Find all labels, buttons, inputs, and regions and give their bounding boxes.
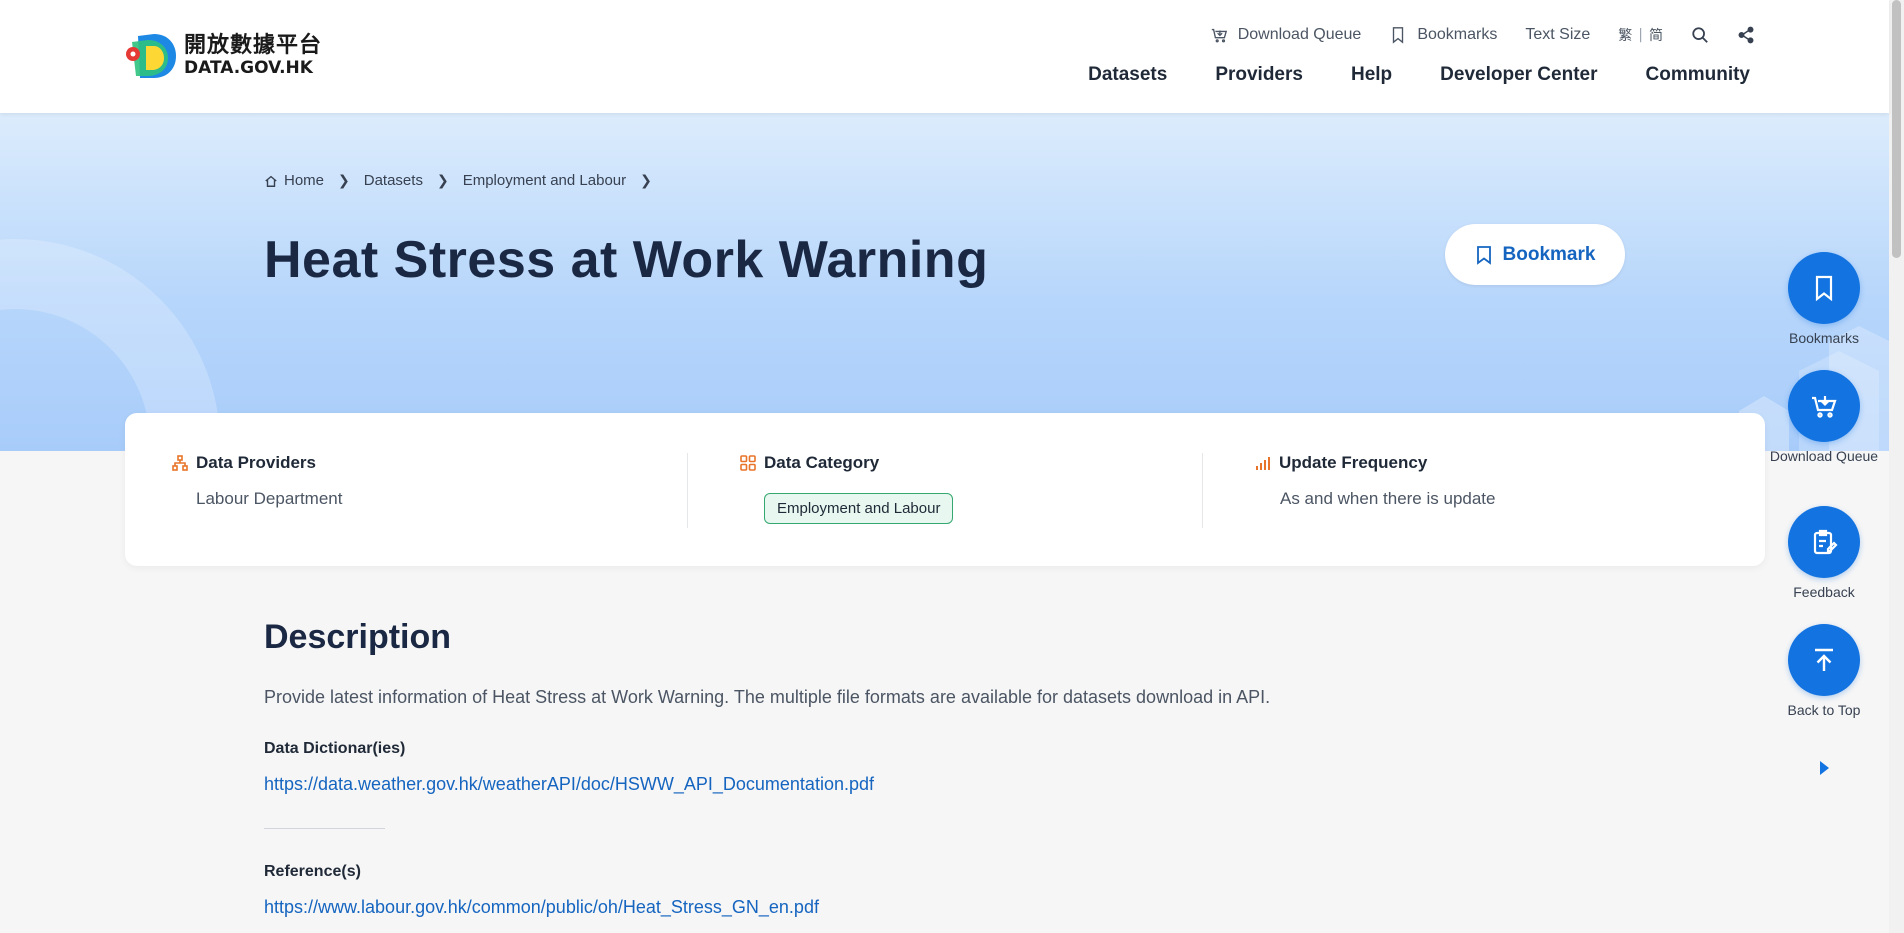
data-dictionary-link[interactable]: https://data.weather.gov.hk/weatherAPI/d…: [264, 774, 1514, 795]
data-provider-value[interactable]: Labour Department: [196, 489, 342, 509]
back-to-top-label: Back to Top: [1787, 702, 1861, 718]
side-download-queue-button[interactable]: [1788, 370, 1860, 442]
dataset-info-card: Data Providers Labour Department Data Ca…: [125, 413, 1765, 566]
update-frequency-value: As and when there is update: [1280, 489, 1496, 508]
nav-datasets[interactable]: Datasets: [1088, 64, 1167, 86]
description-text: Provide latest information of Heat Stres…: [264, 687, 1271, 707]
bookmarks-link[interactable]: Bookmarks: [1389, 26, 1497, 44]
data-category-label: Data Category: [764, 453, 880, 472]
category-tag[interactable]: Employment and Labour: [764, 493, 954, 524]
back-to-top-button[interactable]: [1788, 624, 1860, 696]
logo-english-text: DATA.GOV.HK: [184, 58, 313, 78]
side-feedback-label: Feedback: [1793, 584, 1855, 600]
reference-heading: Reference(s): [264, 863, 361, 880]
bookmark-icon: [1393, 27, 1404, 44]
home-icon: [265, 175, 277, 187]
side-back-to-top: Back to Top: [1788, 624, 1860, 720]
logo-chinese-text: 開放數據平台: [184, 33, 323, 58]
update-frequency-section: Update Frequency As and when there is up…: [1202, 453, 1762, 528]
nav-community[interactable]: Community: [1646, 64, 1751, 86]
utility-bar: Download Queue Bookmarks Text Size 繁 | 简: [1210, 25, 1755, 45]
reference-link[interactable]: https://www.labour.gov.hk/common/public/…: [264, 897, 1514, 918]
site-logo[interactable]: 開放數據平台 DATA.GOV.HK: [124, 30, 322, 82]
text-size-label: Text Size: [1525, 26, 1591, 43]
side-bookmarks-label: Bookmarks: [1788, 330, 1860, 346]
bookmark-button[interactable]: Bookmark: [1445, 224, 1625, 285]
nav-developer-center[interactable]: Developer Center: [1440, 64, 1597, 86]
grid-icon: [740, 455, 756, 471]
signal-bars-icon: [1256, 457, 1270, 470]
section-divider: [264, 828, 385, 829]
bookmark-button-label: Bookmark: [1502, 243, 1596, 265]
collapse-sidebar-arrow-icon[interactable]: [1818, 760, 1830, 776]
data-dictionary-heading: Data Dictionar(ies): [264, 740, 406, 757]
breadcrumb: Home ❯ Datasets ❯ Employment and Labour …: [264, 172, 666, 189]
cart-download-icon: [1812, 396, 1837, 418]
data-category-section: Data Category Employment and Labour: [687, 453, 1202, 528]
page-title: Heat Stress at Work Warning: [264, 231, 989, 289]
breadcrumb-category[interactable]: Employment and Labour: [463, 172, 626, 189]
org-chart-icon: [172, 455, 188, 471]
side-download-queue: Download Queue: [1770, 370, 1878, 466]
breadcrumb-datasets[interactable]: Datasets: [364, 172, 423, 189]
share-icon: [1738, 26, 1754, 44]
bookmarks-label: Bookmarks: [1417, 26, 1498, 43]
search-icon: [1692, 27, 1708, 43]
bookmark-icon: [1476, 245, 1491, 265]
logo-mark-icon: [124, 30, 180, 82]
update-frequency-heading: Update Frequency: [1255, 453, 1427, 473]
lang-separator: |: [1638, 27, 1643, 43]
bookmark-icon: [1815, 275, 1833, 302]
update-frequency-label: Update Frequency: [1279, 453, 1428, 472]
lang-traditional-link[interactable]: 繁: [1618, 25, 1632, 45]
side-feedback-button[interactable]: [1788, 506, 1860, 578]
lang-simplified-link[interactable]: 简: [1649, 25, 1663, 45]
site-header: 開放數據平台 DATA.GOV.HK Download Queue Bookma…: [0, 0, 1889, 113]
data-providers-section: Data Providers Labour Department: [125, 413, 687, 566]
main-navigation: Datasets Providers Help Developer Center…: [1088, 64, 1750, 86]
side-bookmarks-button[interactable]: [1788, 252, 1860, 324]
chevron-right-icon: ❯: [338, 172, 350, 188]
breadcrumb-home-label: Home: [284, 172, 325, 189]
arrow-up-icon: [1815, 648, 1833, 671]
description-section: Description Provide latest information o…: [264, 618, 1514, 918]
nav-help[interactable]: Help: [1351, 64, 1392, 86]
page-scrollbar[interactable]: [1889, 0, 1904, 933]
share-button[interactable]: [1737, 26, 1755, 44]
chevron-right-icon: ❯: [640, 172, 652, 188]
side-bookmarks: Bookmarks: [1788, 252, 1860, 348]
data-providers-label: Data Providers: [196, 453, 316, 472]
data-category-heading: Data Category: [740, 453, 879, 473]
data-providers-heading: Data Providers: [172, 453, 316, 473]
download-queue-link[interactable]: Download Queue: [1210, 26, 1362, 44]
cart-download-icon: [1211, 28, 1227, 43]
download-queue-label: Download Queue: [1237, 26, 1362, 43]
search-button[interactable]: [1691, 26, 1709, 44]
scrollbar-thumb[interactable]: [1892, 0, 1901, 258]
nav-providers[interactable]: Providers: [1215, 64, 1303, 86]
clipboard-edit-icon: [1813, 529, 1838, 555]
breadcrumb-home[interactable]: Home: [264, 172, 324, 189]
text-size-button[interactable]: Text Size: [1525, 26, 1590, 44]
chevron-right-icon: ❯: [436, 172, 449, 188]
side-feedback: Feedback: [1788, 506, 1860, 602]
side-download-queue-label: Download Queue: [1769, 448, 1879, 464]
description-heading: Description: [264, 618, 452, 656]
language-switcher: 繁 | 简: [1618, 25, 1663, 45]
